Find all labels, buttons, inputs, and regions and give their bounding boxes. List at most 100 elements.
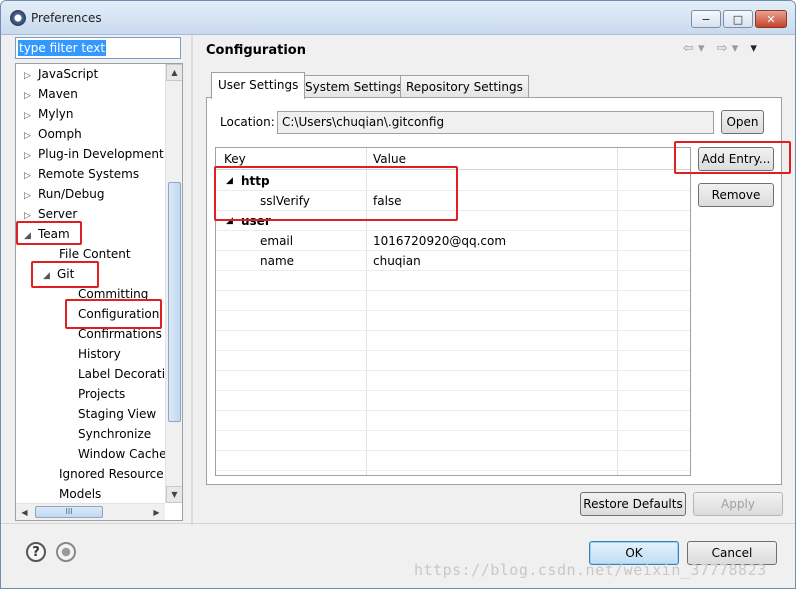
collapse-arrow-icon[interactable]: ◢ (43, 266, 57, 286)
tree-item-label: Label Decoratio (78, 367, 173, 381)
collapse-arrow-icon[interactable]: ◢ (226, 216, 233, 226)
collapse-arrow-icon[interactable]: ◢ (24, 226, 38, 246)
tree-item-label: JavaScript (38, 67, 99, 81)
help-icon[interactable]: ? (26, 542, 46, 562)
page-title: Configuration (206, 43, 306, 58)
tab-label: Repository Settings (406, 80, 523, 94)
tab-user-settings[interactable]: User Settings (211, 72, 306, 99)
collapse-arrow-icon[interactable]: ◢ (226, 176, 233, 186)
tree-item-projects[interactable]: Projects (78, 384, 125, 404)
tree-item-label: Synchronize (78, 427, 152, 441)
config-table[interactable]: Key Value ◢ http sslVerify false ◢ user … (215, 147, 691, 476)
expand-arrow-icon[interactable]: ▷ (24, 106, 38, 126)
scroll-thumb[interactable] (168, 182, 181, 422)
expand-arrow-icon[interactable]: ▷ (24, 206, 38, 226)
filter-placeholder: type filter text (18, 40, 107, 56)
table-row[interactable]: email 1016720920@qq.com (216, 231, 690, 251)
add-entry-button[interactable]: Add Entry... (698, 147, 774, 171)
tree-item-label: Mylyn (38, 107, 74, 121)
tree-item-label: Plug-in Development (38, 147, 164, 161)
eclipse-icon (10, 10, 26, 26)
close-button[interactable]: ✕ (755, 10, 787, 28)
minimize-button[interactable]: − (691, 10, 721, 28)
table-row (216, 391, 690, 411)
tree-item-mylyn[interactable]: ▷ Mylyn (24, 104, 74, 124)
table-row (216, 291, 690, 311)
tree-item-maven[interactable]: ▷ Maven (24, 84, 78, 104)
table-row (216, 371, 690, 391)
tree-item-team[interactable]: ◢ Team (24, 224, 70, 244)
location-field: C:\Users\chuqian\.gitconfig (277, 111, 714, 134)
table-row[interactable]: ◢ http (216, 171, 690, 191)
tree-item-models[interactable]: Models (59, 484, 101, 504)
value-column-header[interactable]: Value (373, 152, 406, 166)
tree-item-server[interactable]: ▷ Server (24, 204, 77, 224)
restore-defaults-button[interactable]: Restore Defaults (580, 492, 686, 516)
tree-item-git[interactable]: ◢ Git (43, 264, 74, 284)
entry-value: 1016720920@qq.com (373, 234, 507, 248)
table-row (216, 451, 690, 471)
table-row (216, 411, 690, 431)
table-row[interactable]: ◢ user (216, 211, 690, 231)
scroll-thumb-horizontal[interactable]: III (35, 506, 103, 518)
tree-item-ignored-resources[interactable]: Ignored Resource (59, 464, 164, 484)
preferences-window: Preferences − □ ✕ type filter text ▷ Java… (0, 0, 796, 589)
expand-arrow-icon[interactable]: ▷ (24, 166, 38, 186)
tab-repository-settings[interactable]: Repository Settings (400, 75, 529, 99)
tab-system-settings[interactable]: System Settings (299, 75, 409, 99)
section-key: user (241, 214, 271, 228)
tab-label: System Settings (305, 80, 403, 94)
tree-item-configuration[interactable]: Configuration (78, 304, 159, 324)
tree-item-synchronize[interactable]: Synchronize (78, 424, 151, 444)
table-row[interactable]: sslVerify false (216, 191, 690, 211)
footer-divider (1, 523, 795, 524)
expand-arrow-icon[interactable]: ▷ (24, 186, 38, 206)
back-arrow-icon[interactable]: ⇦ ▾ (683, 41, 705, 56)
tree-item-run-debug[interactable]: ▷ Run/Debug (24, 184, 105, 204)
tree-item-plugin-development[interactable]: ▷ Plug-in Development (24, 144, 164, 164)
tree-item-oomph[interactable]: ▷ Oomph (24, 124, 82, 144)
expand-arrow-icon[interactable]: ▷ (24, 126, 38, 146)
tree-item-file-content[interactable]: File Content (59, 244, 131, 264)
entry-value: chuqian (373, 254, 421, 268)
scroll-up-icon[interactable]: ▲ (166, 64, 182, 81)
tree-item-history[interactable]: History (78, 344, 121, 364)
tree-item-label: Configuration (78, 307, 160, 321)
tree-item-label: Models (59, 487, 102, 501)
table-row (216, 311, 690, 331)
tree-item-label: Run/Debug (38, 187, 105, 201)
preferences-tree[interactable]: ▷ JavaScript ▷ Maven ▷ Mylyn ▷ Oomph ▷ Plug-i… (15, 63, 183, 521)
forward-arrow-icon[interactable]: ⇨ ▾ (717, 41, 739, 56)
filter-input[interactable]: type filter text (15, 37, 181, 59)
tree-item-staging-view[interactable]: Staging View (78, 404, 156, 424)
expand-arrow-icon[interactable]: ▷ (24, 146, 38, 166)
tree-item-label: File Content (59, 247, 131, 261)
entry-key: sslVerify (260, 194, 310, 208)
apply-button[interactable]: Apply (693, 492, 783, 516)
remove-button[interactable]: Remove (698, 183, 774, 207)
title-bar[interactable]: Preferences − □ ✕ (1, 1, 795, 35)
expand-arrow-icon[interactable]: ▷ (24, 66, 38, 86)
panel-divider[interactable] (191, 35, 193, 525)
tree-vertical-scrollbar[interactable]: ▲ ▼ (165, 64, 182, 503)
scroll-down-icon[interactable]: ▼ (166, 486, 182, 503)
open-button[interactable]: Open (721, 110, 764, 134)
tree-item-label: Team (38, 227, 70, 241)
scroll-left-icon[interactable]: ◀ (16, 504, 33, 520)
table-row[interactable]: name chuqian (216, 251, 690, 271)
expand-arrow-icon[interactable]: ▷ (24, 86, 38, 106)
scroll-right-icon[interactable]: ▶ (148, 504, 165, 520)
tree-item-javascript[interactable]: ▷ JavaScript (24, 64, 98, 84)
view-menu-icon[interactable]: ▾ (750, 41, 757, 56)
tree-item-confirmations[interactable]: Confirmations a (78, 324, 173, 344)
key-column-header[interactable]: Key (224, 152, 246, 166)
tree-item-label-decorations[interactable]: Label Decoratio (78, 364, 172, 384)
tree-item-label: Oomph (38, 127, 82, 141)
tree-horizontal-scrollbar[interactable]: ◀ III ▶ (16, 503, 165, 520)
tree-item-committing[interactable]: Committing (78, 284, 148, 304)
record-icon[interactable] (56, 542, 76, 562)
tree-item-remote-systems[interactable]: ▷ Remote Systems (24, 164, 139, 184)
maximize-button[interactable]: □ (723, 10, 753, 28)
tree-item-window-cache[interactable]: Window Cache (78, 444, 166, 464)
section-key: http (241, 174, 270, 188)
